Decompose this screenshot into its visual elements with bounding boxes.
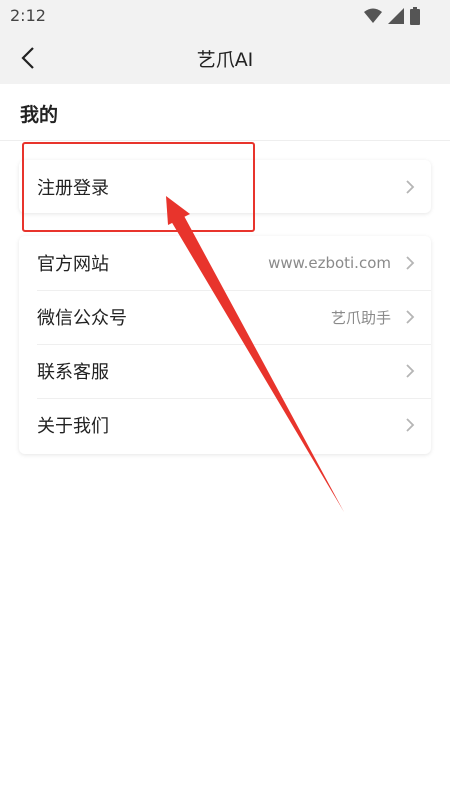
annotation-arrow (166, 196, 344, 512)
